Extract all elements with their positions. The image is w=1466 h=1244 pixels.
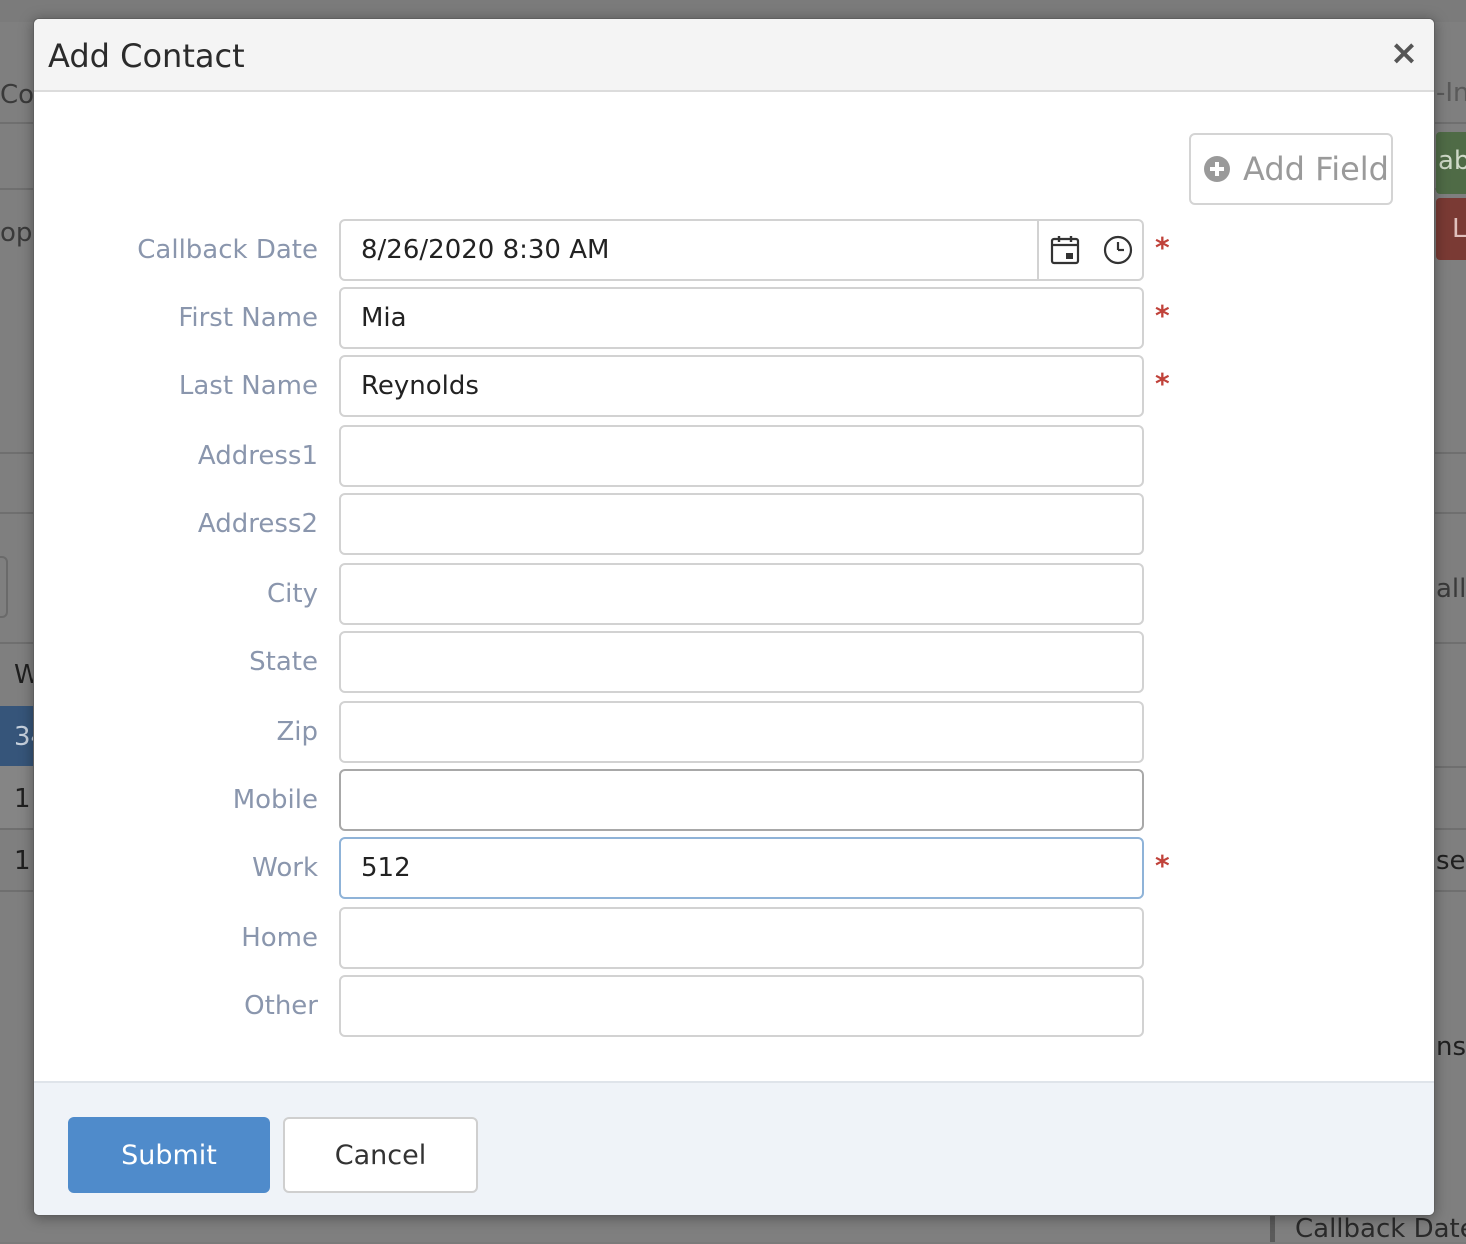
background-text: -In: [1436, 78, 1466, 108]
plus-circle-icon: [1204, 156, 1230, 182]
cancel-button[interactable]: Cancel: [283, 1117, 478, 1193]
date-picker-addon: [1037, 219, 1144, 281]
last-name-input[interactable]: Reynolds: [339, 355, 1144, 417]
field-row-other: Other: [34, 975, 1434, 1037]
background-text: W: [14, 660, 33, 690]
background-text: L: [1452, 214, 1466, 244]
background-text: 11: [14, 784, 33, 814]
modal-header: Add Contact ×: [34, 19, 1434, 92]
city-input[interactable]: [339, 563, 1144, 625]
field-row-home: Home: [34, 907, 1434, 969]
mobile-label: Mobile: [232, 785, 318, 815]
submit-button[interactable]: Submit: [68, 1117, 270, 1193]
mobile-input[interactable]: [339, 769, 1144, 831]
field-row-state: State: [34, 631, 1434, 693]
first-name-label: First Name: [178, 303, 318, 333]
background-callback-date-header: Callback Date: [1270, 1214, 1466, 1244]
calendar-icon[interactable]: [1049, 234, 1081, 266]
clock-icon[interactable]: [1102, 234, 1134, 266]
other-input[interactable]: [339, 975, 1144, 1037]
required-marker: *: [1155, 299, 1170, 332]
address1-label: Address1: [197, 441, 318, 471]
callback-date-label: Callback Date: [137, 235, 318, 265]
required-marker: *: [1155, 849, 1170, 882]
field-row-first-name: First Name Mia *: [34, 287, 1434, 349]
close-button[interactable]: ×: [1388, 35, 1420, 71]
background-text: 11: [14, 846, 33, 876]
work-label: Work: [252, 853, 318, 883]
field-row-zip: Zip: [34, 701, 1434, 763]
background-button-edge: [0, 556, 8, 618]
field-row-city: City: [34, 563, 1434, 625]
work-input[interactable]: 512: [339, 837, 1144, 899]
callback-date-input[interactable]: 8/26/2020 8:30 AM: [339, 219, 1144, 281]
close-icon: ×: [1389, 33, 1419, 73]
state-input[interactable]: [339, 631, 1144, 693]
state-label: State: [249, 647, 318, 677]
home-label: Home: [241, 923, 318, 953]
field-row-callback-date: Callback Date 8/26/2020 8:30 AM *: [34, 219, 1434, 281]
field-row-address2: Address2: [34, 493, 1434, 555]
required-marker: *: [1155, 367, 1170, 400]
modal-title: Add Contact: [48, 37, 245, 75]
last-name-label: Last Name: [178, 371, 318, 401]
required-marker: *: [1155, 231, 1170, 264]
background-text: ab: [1438, 146, 1466, 176]
first-name-input[interactable]: Mia: [339, 287, 1144, 349]
zip-label: Zip: [276, 717, 318, 747]
background-text: Co: [0, 80, 33, 110]
background-text: 34: [14, 722, 33, 752]
home-input[interactable]: [339, 907, 1144, 969]
address2-input[interactable]: [339, 493, 1144, 555]
other-label: Other: [244, 991, 318, 1021]
background-text: allb: [1436, 574, 1466, 604]
background-text: nsio: [1436, 1032, 1466, 1062]
field-row-work: Work 512 *: [34, 837, 1434, 899]
add-field-label: Add Field: [1243, 150, 1389, 188]
background-text: se: [1436, 846, 1466, 876]
field-row-mobile: Mobile: [34, 769, 1434, 831]
field-row-address1: Address1: [34, 425, 1434, 487]
address2-label: Address2: [197, 509, 318, 539]
modal-footer: Submit Cancel: [34, 1081, 1434, 1215]
zip-input[interactable]: [339, 701, 1144, 763]
address1-input[interactable]: [339, 425, 1144, 487]
add-contact-modal: Add Contact × Add Field Callback Date 8/…: [33, 18, 1435, 1216]
background-text: opy: [0, 218, 33, 248]
field-row-last-name: Last Name Reynolds *: [34, 355, 1434, 417]
add-field-button[interactable]: Add Field: [1189, 133, 1393, 205]
city-label: City: [267, 579, 318, 609]
